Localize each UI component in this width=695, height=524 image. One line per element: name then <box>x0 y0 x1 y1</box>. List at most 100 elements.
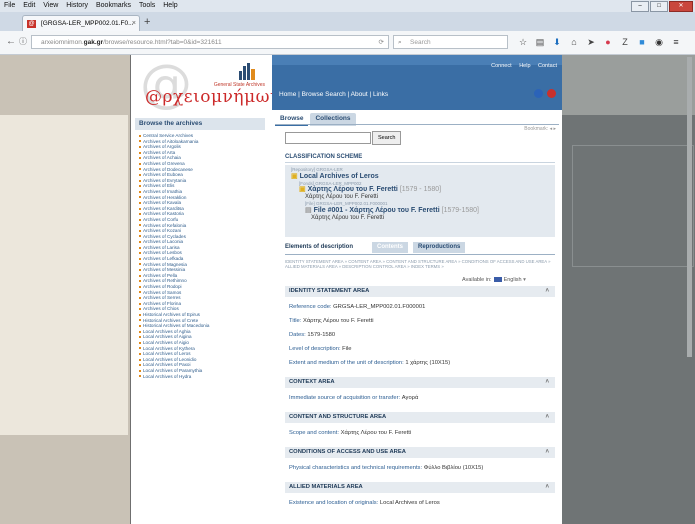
english-flag-icon[interactable] <box>547 89 556 98</box>
scrollbar[interactable] <box>687 57 692 357</box>
section-title: IDENTITY STATEMENT AREA <box>289 288 370 294</box>
help-link[interactable]: Help <box>519 63 530 69</box>
archives-list: Central Service Archives Archives of Aito… <box>139 133 209 379</box>
browser-search-field[interactable]: ⌕ Search <box>393 35 508 49</box>
star-icon[interactable]: ☆ <box>518 36 528 48</box>
section-header[interactable]: ALLIED MATERIALS AREA ˄ <box>285 482 555 493</box>
field-value: File <box>342 346 352 352</box>
zotero-icon[interactable]: Z <box>620 36 630 48</box>
section-title: CONTEXT AREA <box>289 379 335 385</box>
classification-title: CLASSIFICATION SCHEME <box>285 152 555 163</box>
tab-reproductions[interactable]: Reproductions <box>413 242 466 253</box>
field-label: Level of description: <box>289 346 343 352</box>
reload-icon[interactable]: ⟳ <box>379 36 384 48</box>
archive-search-input[interactable] <box>285 132 371 144</box>
sidebar-archive-link[interactable]: Historical Archives of Epirus <box>139 312 209 318</box>
description-field: Title: Χάρτης Λέρου του F. Feretti <box>285 317 555 325</box>
section-title: ALLIED MATERIALS AREA <box>289 484 363 490</box>
field-value: 1579-1580 <box>307 332 336 338</box>
field-label: Immediate source of acquisition or trans… <box>289 395 402 401</box>
tree-fonds[interactable]: ▣ Χάρτης Λέρου του F. Feretti [1579 - 15… <box>291 186 479 194</box>
tab-contents[interactable]: Contents <box>372 242 408 253</box>
top-links: Connect Help Contact <box>485 63 557 69</box>
sync-icon[interactable]: ◉ <box>654 36 664 48</box>
collapse-caret-icon[interactable]: ˄ <box>545 447 549 458</box>
bookmark-nav[interactable]: Bookmark: ◂ ▸ <box>524 126 556 132</box>
element-tabs: Elements of description Contents Reprodu… <box>285 242 555 253</box>
close-window-button[interactable]: ✕ <box>669 1 693 12</box>
tab-title: [GRGSA-LER_MPP002.01.F0... <box>41 20 134 27</box>
new-tab-button[interactable]: + <box>144 16 150 28</box>
site-info-icon[interactable]: ⓘ <box>19 36 27 48</box>
home-icon[interactable]: ⌂ <box>569 36 579 48</box>
field-value: Φύλλο Βιβλίου (10X15) <box>423 465 484 471</box>
extension-icon[interactable]: ■ <box>637 36 647 48</box>
tab-strip: @ [GRGSA-LER_MPP002.01.F0... × + <box>0 12 695 31</box>
field-value: Αγορά <box>401 395 419 401</box>
reading-list-icon[interactable]: ▤ <box>535 36 545 48</box>
url-bar[interactable]: arxeiomnimon.gak.gr/browse/resource.html… <box>31 35 389 49</box>
background-window-left <box>0 55 130 524</box>
pocket-icon[interactable]: ● <box>603 36 613 48</box>
menu-icon[interactable]: ≡ <box>671 36 681 48</box>
field-label: Dates: <box>289 332 308 338</box>
menu-history[interactable]: History <box>66 2 88 9</box>
description-field: Extent and medium of the unit of descrip… <box>285 359 555 367</box>
menu-bookmarks[interactable]: Bookmarks <box>96 2 131 9</box>
section-header[interactable]: CONDITIONS OF ACCESS AND USE AREA ˄ <box>285 447 555 458</box>
menu-file[interactable]: File <box>4 2 15 9</box>
section-title: CONDITIONS OF ACCESS AND USE AREA <box>289 449 406 455</box>
field-value: Local Archives of Leros <box>379 500 440 506</box>
download-icon[interactable]: ⬇ <box>552 36 562 48</box>
folder-icon: ▣ <box>299 186 306 193</box>
description-section: CONTEXT AREA ˄ Immediate source of acquisi… <box>285 377 555 402</box>
collapse-caret-icon[interactable]: ˄ <box>545 412 549 423</box>
collapse-caret-icon[interactable]: ˄ <box>545 286 549 297</box>
description-section: CONTENT AND STRUCTURE AREA ˄ Scope and con… <box>285 412 555 437</box>
search-button[interactable]: Search <box>372 131 402 145</box>
tree-archive[interactable]: ▣ Local Archives of Leros <box>291 173 479 181</box>
browser-tab[interactable]: @ [GRGSA-LER_MPP002.01.F0... × <box>22 15 140 31</box>
menu-edit[interactable]: Edit <box>23 2 35 9</box>
main-nav[interactable]: Home | Browse Search | About | Links <box>279 91 388 98</box>
tree-fonds-subtitle: Χάρτης Λέρου του F. Feretti <box>305 194 379 200</box>
description-section: IDENTITY STATEMENT AREA ˄ Reference code: … <box>285 286 555 367</box>
maximize-button[interactable]: □ <box>650 1 668 12</box>
navigation-bar: ← ⓘ arxeiomnimon.gak.gr/browse/resource.… <box>0 31 695 55</box>
collapse-caret-icon[interactable]: ˄ <box>545 482 549 493</box>
description-field: Existence and location of originals: Loc… <box>285 499 555 507</box>
section-links[interactable]: IDENTITY STATEMENT AREA » CONTENT AREA »… <box>285 259 555 269</box>
description-field: Immediate source of acquisition or trans… <box>285 394 555 402</box>
menu-tools[interactable]: Tools <box>139 2 155 9</box>
classification-tree: [Repository] GRGSA-LER ▣ Local Archives … <box>285 165 555 237</box>
contact-link[interactable]: Contact <box>538 63 557 69</box>
background-window-right <box>562 55 695 524</box>
menu-view[interactable]: View <box>43 2 58 9</box>
section-header[interactable]: IDENTITY STATEMENT AREA ˄ <box>285 286 555 297</box>
collapse-caret-icon[interactable]: ˄ <box>545 377 549 388</box>
sidebar-archive-link[interactable]: Local Archives of Paramythia <box>139 368 209 374</box>
back-arrow-icon[interactable]: ← <box>6 36 16 48</box>
logo-area[interactable]: @ General State Archives @ρχειομνήμων <box>131 55 280 110</box>
greek-flag-icon[interactable] <box>534 89 543 98</box>
language-selector[interactable]: Available in: English ▾ <box>462 276 526 284</box>
minimize-button[interactable]: – <box>631 1 649 12</box>
menu-help[interactable]: Help <box>163 2 177 9</box>
background-box <box>572 145 694 267</box>
description-field: Scope and content: Χάρτης Λέρου του F. F… <box>285 429 555 437</box>
section-header[interactable]: CONTEXT AREA ˄ <box>285 377 555 388</box>
sidebar-archive-link[interactable]: Historical Archives of Macedonia <box>139 323 209 329</box>
site-logo: @ρχειομνήμων <box>145 87 281 107</box>
sidebar-archive-link[interactable]: Local Archives of Hydra <box>139 374 209 380</box>
web-page: @ General State Archives @ρχειομνήμων Co… <box>131 55 562 524</box>
close-tab-icon[interactable]: × <box>132 16 136 31</box>
background-panel <box>0 115 128 435</box>
section-title: CONTENT AND STRUCTURE AREA <box>289 414 387 420</box>
connect-link[interactable]: Connect <box>491 63 512 69</box>
tree-file[interactable]: ▤ File #001 - Χάρτης Λέρου του F. Ferett… <box>291 207 479 215</box>
description-field: Reference code: GRGSA-LER_MPP002.01.F000… <box>285 303 555 311</box>
send-icon[interactable]: ➤ <box>586 36 596 48</box>
section-header[interactable]: CONTENT AND STRUCTURE AREA ˄ <box>285 412 555 423</box>
tab-elements-of-description[interactable]: Elements of description <box>285 242 353 253</box>
element-tab-divider <box>285 254 555 255</box>
